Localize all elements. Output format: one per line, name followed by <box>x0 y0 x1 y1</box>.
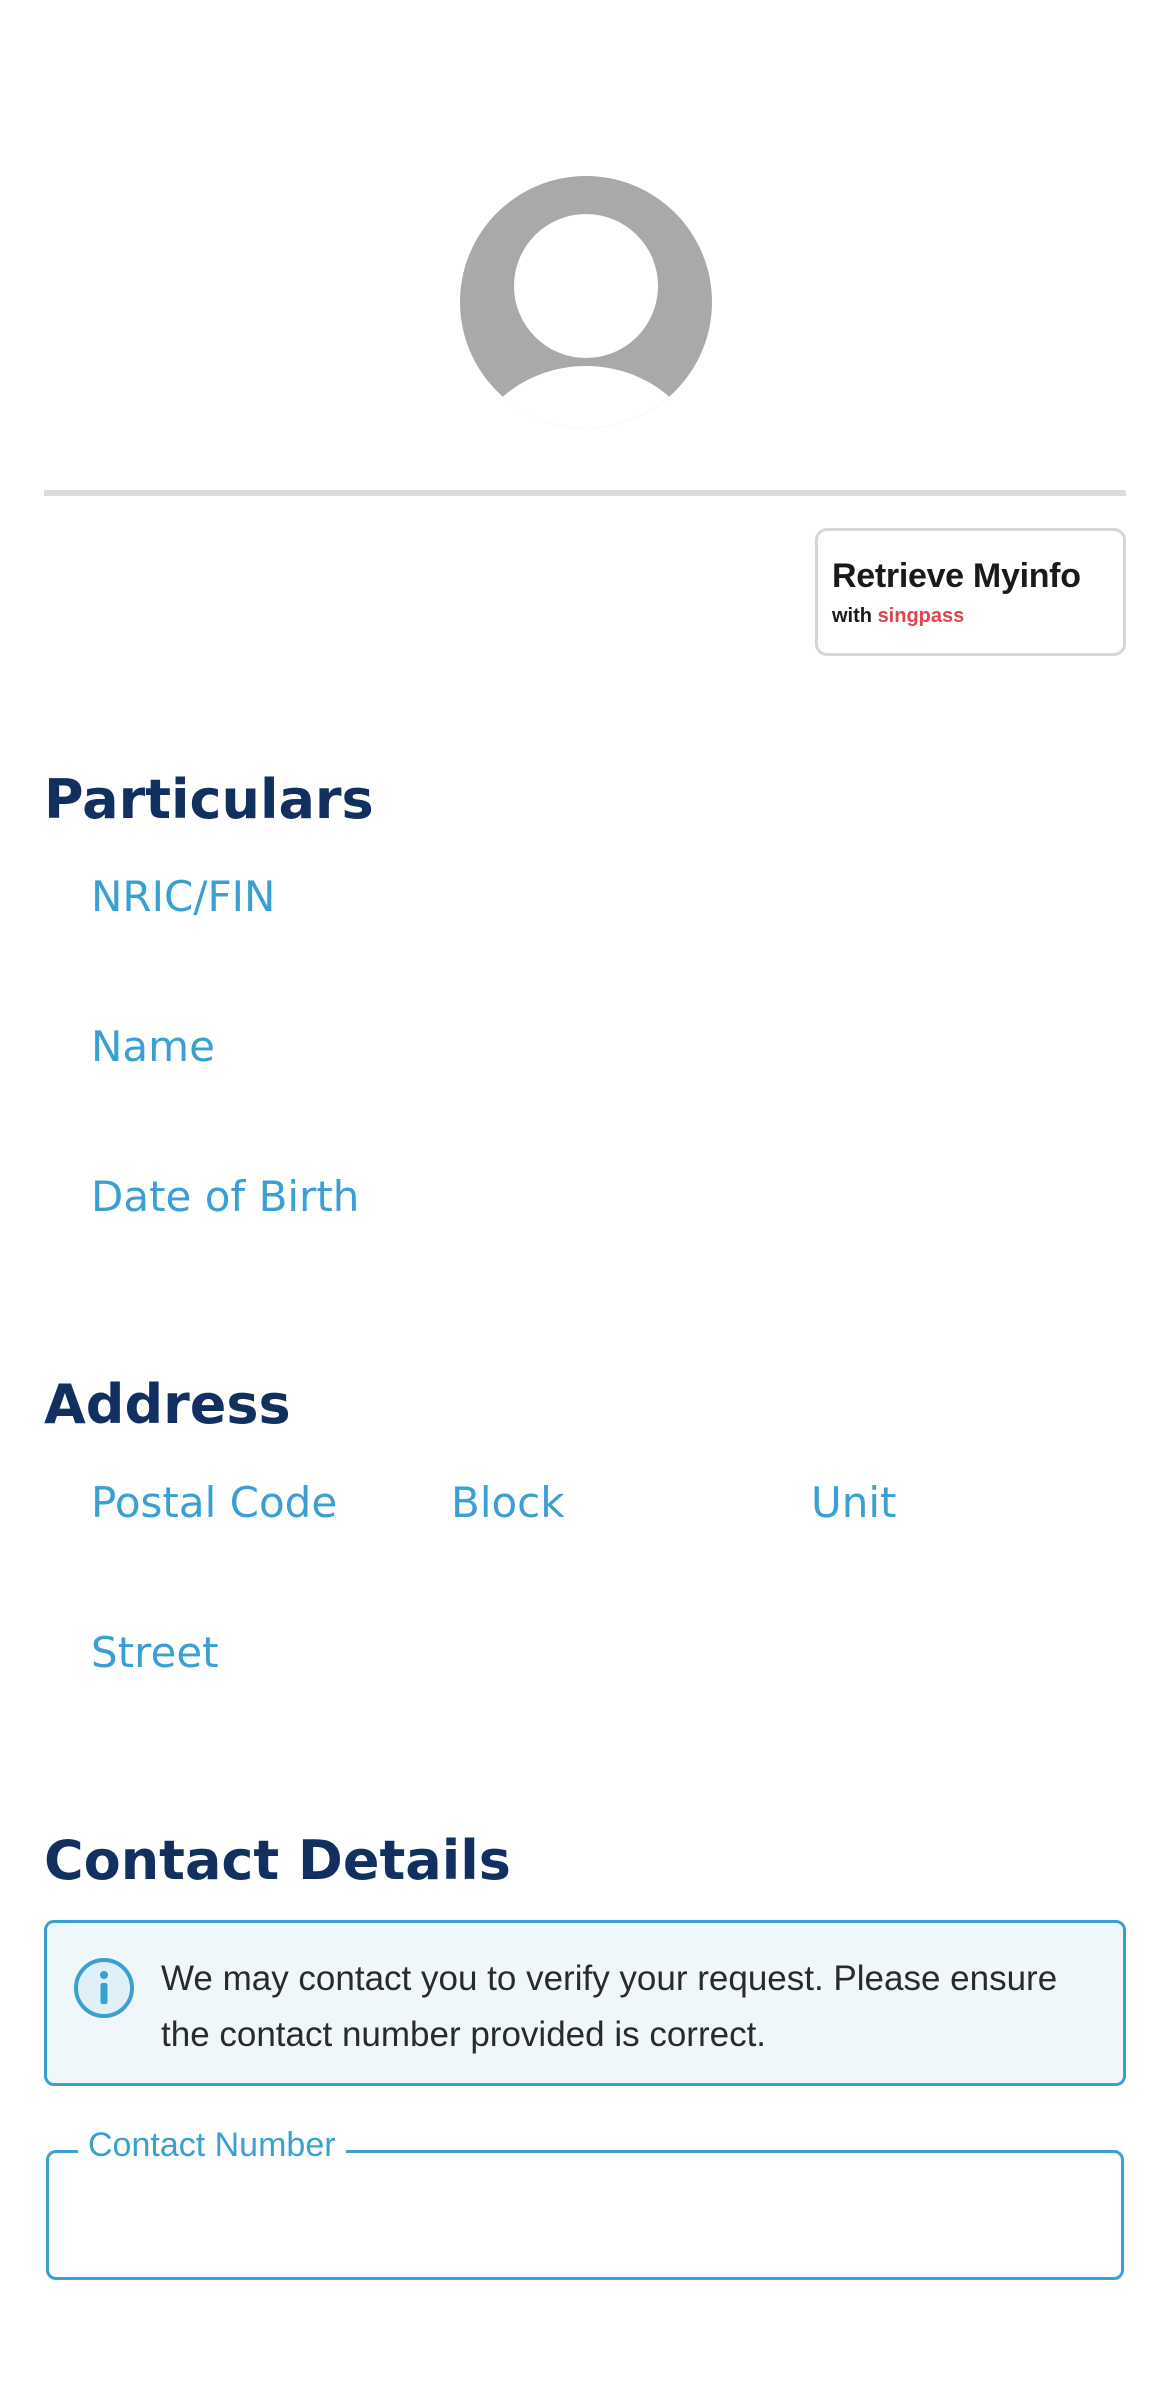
myinfo-button-subtitle: with singpass <box>832 605 964 628</box>
postal-code-label: Postal Code <box>91 1478 338 1527</box>
unit-label: Unit <box>811 1478 897 1527</box>
name-label: Name <box>91 1022 215 1071</box>
myinfo-with-label: with <box>832 605 872 627</box>
user-avatar-icon <box>460 176 712 428</box>
contact-number-field[interactable] <box>46 2150 1124 2280</box>
retrieve-myinfo-button[interactable]: Retrieve Myinfo with singpass <box>815 528 1126 656</box>
particulars-heading: Particulars <box>44 768 374 831</box>
contact-number-label: Contact Number <box>78 2126 346 2165</box>
contact-details-heading: Contact Details <box>44 1829 511 1892</box>
info-notice-text: We may contact you to verify your reques… <box>161 1959 1058 2054</box>
nric-label: NRIC/FIN <box>91 872 276 921</box>
date-of-birth-label: Date of Birth <box>91 1172 360 1221</box>
header-divider <box>44 490 1126 496</box>
info-icon <box>72 1956 136 2020</box>
contact-info-notice: We may contact you to verify your reques… <box>44 1920 1126 2086</box>
profile-page: Retrieve Myinfo with singpass Particular… <box>0 0 1170 2391</box>
myinfo-button-title: Retrieve Myinfo <box>832 557 1081 595</box>
street-label: Street <box>91 1628 219 1677</box>
contact-number-input[interactable] <box>73 2183 1093 2249</box>
block-label: Block <box>451 1478 565 1527</box>
singpass-logo: singpass <box>877 605 965 627</box>
address-heading: Address <box>44 1373 291 1436</box>
